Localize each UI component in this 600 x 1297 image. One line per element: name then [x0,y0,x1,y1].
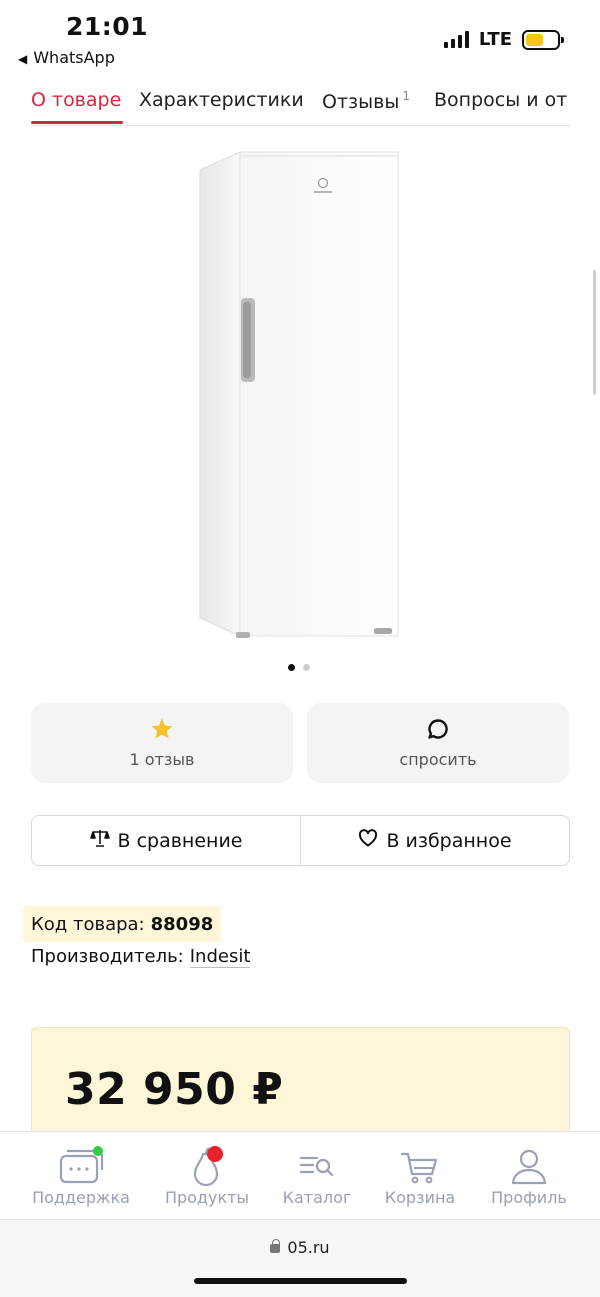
refrigerator-image [199,151,399,638]
manufacturer-label: Производитель: [31,946,184,967]
catalog-search-icon [257,1146,377,1186]
battery-level [526,33,543,46]
tabs-divider [31,125,570,126]
tab-specs-label: Характеристики [139,89,304,111]
pear-icon [147,1146,267,1186]
nav-cart-label: Корзина [384,1188,456,1207]
page-scrollbar[interactable] [593,270,596,395]
gallery-pagination[interactable] [288,664,310,671]
tab-reviews-count: 1 [402,89,410,103]
gallery-dot[interactable] [303,664,310,671]
nav-catalog[interactable]: Каталог [257,1132,377,1220]
add-to-favorites-button[interactable]: В избранное [300,816,569,865]
back-to-app-link[interactable]: ◀ WhatsApp [18,48,115,67]
signal-icon [443,31,469,48]
star-icon [31,717,293,741]
nav-support-label: Поддержка [32,1188,130,1207]
product-tabs: О товаре Характеристики Отзывы 1 Вопросы … [0,86,600,126]
reviews-count-label: 1 отзыв [129,750,195,769]
nav-profile[interactable]: Профиль [469,1132,589,1220]
browser-address-bar[interactable]: 05.ru [0,1219,600,1297]
user-icon [469,1146,589,1186]
tab-specs[interactable]: Характеристики [139,89,304,111]
favorites-label: В избранное [386,829,512,852]
chat-support-icon [21,1146,141,1186]
product-code-label: Код товара: [31,913,145,935]
gallery-dot-active[interactable] [288,664,295,671]
tab-questions-label: Вопросы и от [434,89,568,111]
heart-icon [358,829,378,852]
products-badge [207,1146,223,1162]
nav-profile-label: Профиль [491,1188,567,1207]
active-tab-indicator [31,121,123,124]
compare-label: В сравнение [117,829,243,852]
battery-icon [522,29,564,50]
nav-catalog-label: Каталог [282,1188,352,1207]
tab-reviews-label: Отзывы [322,91,400,113]
product-image[interactable] [196,148,406,640]
manufacturer: Производитель: Indesit [31,946,251,968]
lock-icon [270,1239,281,1253]
nav-cart[interactable]: Корзина [360,1132,480,1220]
network-type: LTE [478,29,512,50]
cart-icon [360,1146,480,1186]
nav-products-label: Продукты [164,1188,250,1207]
compare-scales-icon [89,828,110,853]
manufacturer-link[interactable]: Indesit [189,946,251,968]
tab-reviews[interactable]: Отзывы 1 [322,89,410,113]
tab-about-label: О товаре [31,89,122,111]
ask-question-card[interactable]: спросить [307,703,569,783]
add-to-compare-button[interactable]: В сравнение [32,816,300,865]
back-arrow-icon: ◀ [18,52,28,66]
product-code-value: 88098 [150,913,214,935]
nav-support[interactable]: Поддержка [21,1132,141,1220]
status-time: 21:01 [66,12,149,41]
product-code: Код товара: 88098 [23,906,222,942]
reviews-card[interactable]: 1 отзыв [31,703,293,783]
product-actions: В сравнение В избранное [31,815,570,866]
ask-label: спросить [399,750,477,769]
tab-questions[interactable]: Вопросы и от [434,89,567,111]
nav-products[interactable]: Продукты [147,1132,267,1220]
url-display[interactable]: 05.ru [0,1238,600,1257]
product-price: 32 950 ₽ [65,1064,284,1115]
status-indicators: LTE [443,29,564,50]
url-text: 05.ru [287,1238,330,1257]
home-indicator[interactable] [194,1278,407,1284]
back-app-name: WhatsApp [33,48,115,67]
support-badge [93,1146,103,1156]
bottom-navigation: Поддержка Продукты Каталог Корзина Профи… [0,1131,600,1219]
chat-bubble-icon [307,717,569,741]
tab-about[interactable]: О товаре [31,89,121,111]
